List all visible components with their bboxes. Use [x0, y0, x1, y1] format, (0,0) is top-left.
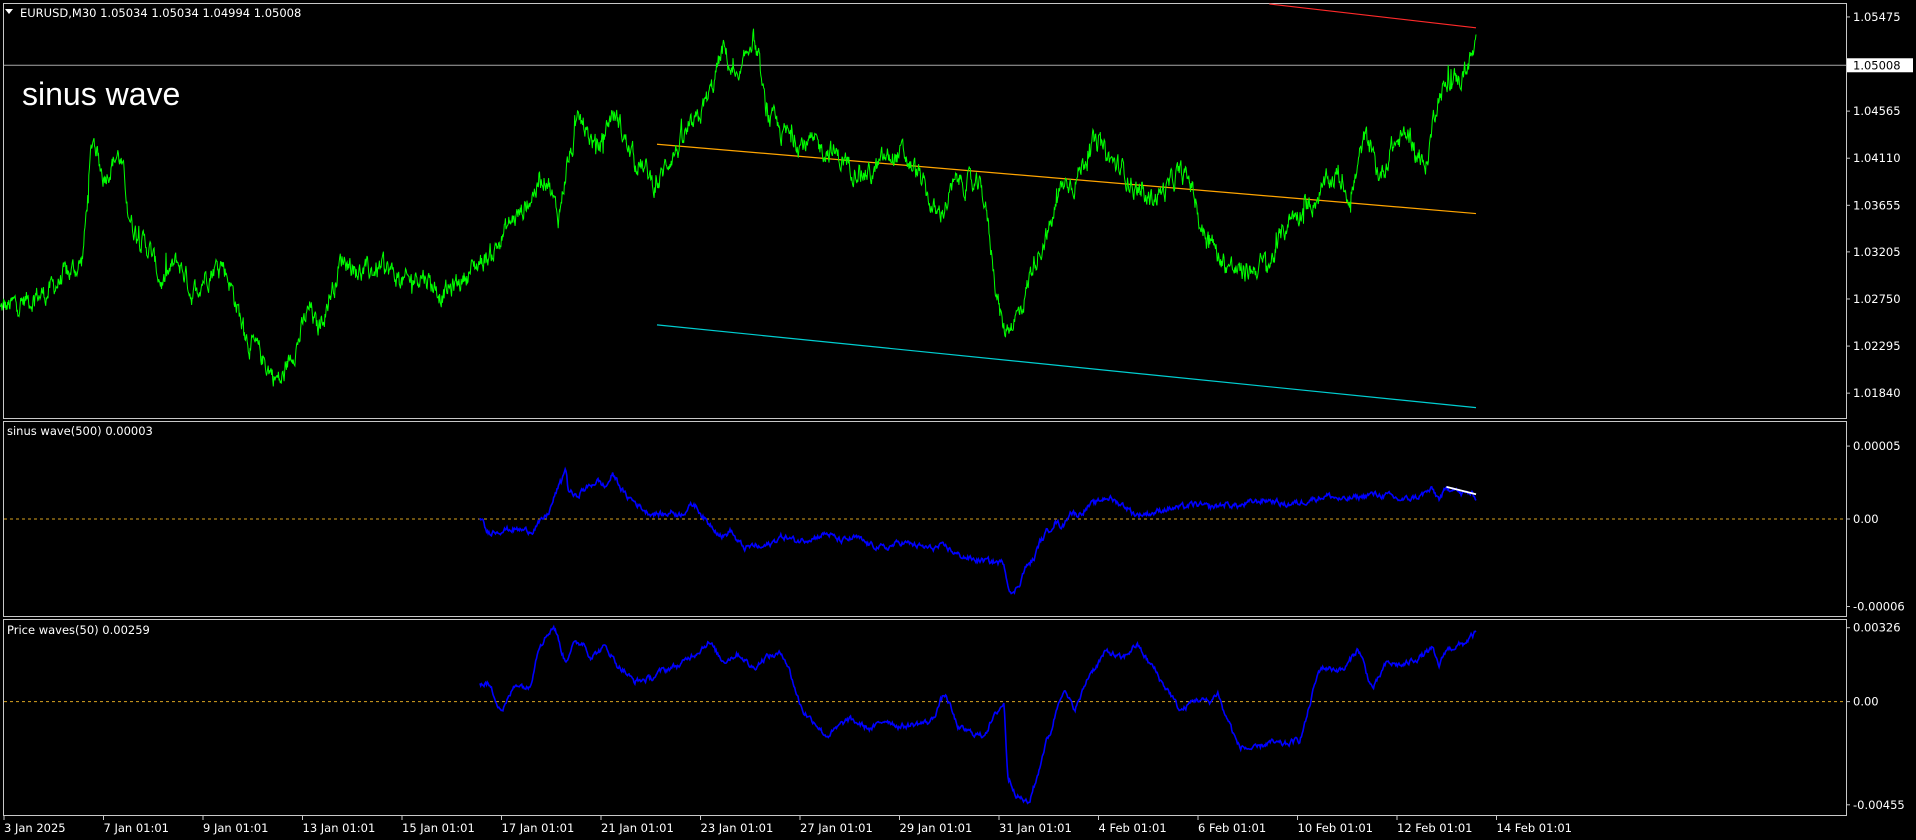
x-tick-label: 17 Jan 01:01: [502, 821, 575, 835]
y-tick-label: 1.03205: [1853, 245, 1901, 259]
y-tick-label: -0.00006: [1853, 600, 1905, 614]
y-tick-label: 1.01840: [1853, 386, 1901, 400]
y-tick-label: 1.04565: [1853, 104, 1901, 118]
y-tick-label: 0.00005: [1853, 439, 1901, 453]
y-axis-labels: 1.05475 1.04565 1.04110 1.03655 1.03205 1.027…: [1846, 10, 1913, 812]
x-tick-label: 23 Jan 01:01: [701, 821, 774, 835]
x-tick-label: 13 Jan 01:01: [303, 821, 376, 835]
y-tick-label: -0.00455: [1853, 798, 1905, 812]
x-tick-label: 15 Jan 01:01: [402, 821, 475, 835]
chart-canvas[interactable]: EURUSD,M30 1.05034 1.05034 1.04994 1.050…: [0, 0, 1916, 840]
y-tick-label: 0.00: [1853, 512, 1879, 526]
y-tick-label: 0.00: [1853, 695, 1879, 709]
y-tick-label: 1.05475: [1853, 10, 1901, 24]
x-tick-label: 27 Jan 01:01: [800, 821, 873, 835]
x-tick-label: 29 Jan 01:01: [900, 821, 973, 835]
triangle-down-icon[interactable]: [5, 9, 13, 14]
y-tick-label: 1.04110: [1853, 151, 1901, 165]
overlay-title: sinus wave: [22, 76, 180, 112]
sinus-wave-title: sinus wave(500) 0.00003: [7, 424, 153, 438]
x-tick-label: 21 Jan 01:01: [601, 821, 674, 835]
y-tick-label: 0.00326: [1853, 621, 1901, 635]
waves-panel-frame: [3, 619, 1847, 816]
x-tick-label: 10 Feb 01:01: [1298, 821, 1373, 835]
x-tick-label: 9 Jan 01:01: [203, 821, 269, 835]
price-waves-title: Price waves(50) 0.00259: [7, 623, 150, 637]
channel-line-upper[interactable]: [1269, 3, 1477, 29]
y-tick-label: 1.02295: [1853, 339, 1901, 353]
x-tick-label: 31 Jan 01:01: [999, 821, 1072, 835]
sinus-wave-plot: [4, 466, 1846, 595]
price-waves-plot: [4, 624, 1846, 805]
y-tick-label: 1.02750: [1853, 292, 1901, 306]
y-tick-label: 1.03655: [1853, 198, 1901, 212]
current-price-label: 1.05008: [1853, 58, 1901, 72]
price-waves-series: [479, 624, 1477, 805]
x-tick-label: 3 Jan 2025: [4, 821, 66, 835]
x-axis-labels: 3 Jan 2025 7 Jan 01:01 9 Jan 01:01 13 Jan 0…: [3, 816, 1572, 835]
symbol-header: EURUSD,M30 1.05034 1.05034 1.04994 1.050…: [20, 6, 301, 20]
sinus-wave-series: [479, 466, 1477, 595]
x-tick-label: 14 Feb 01:01: [1497, 821, 1572, 835]
x-tick-label: 6 Feb 01:01: [1198, 821, 1266, 835]
x-tick-label: 7 Jan 01:01: [104, 821, 170, 835]
x-tick-label: 12 Feb 01:01: [1397, 821, 1472, 835]
channel-line-lower[interactable]: [656, 324, 1477, 409]
main-plot: [0, 3, 1846, 409]
x-tick-label: 4 Feb 01:01: [1099, 821, 1167, 835]
